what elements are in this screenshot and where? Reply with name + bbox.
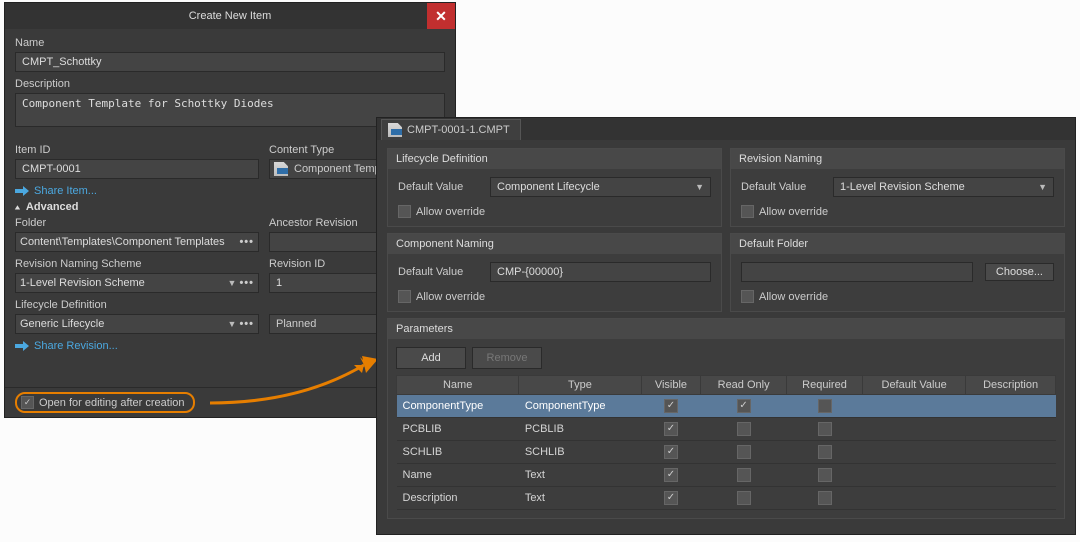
ellipsis-icon: ••• xyxy=(239,318,254,330)
group-header: Lifecycle Definition xyxy=(388,149,721,169)
table-row[interactable]: PCBLIBPCBLIB xyxy=(397,418,1056,441)
checkbox-icon xyxy=(398,205,411,218)
checkbox-icon xyxy=(21,396,34,409)
checkbox-icon[interactable] xyxy=(664,491,678,505)
chevron-down-icon: ▼ xyxy=(228,319,237,329)
editor-tabbar: CMPT-0001-1.CMPT xyxy=(377,118,1075,140)
default-value-label: Default Value xyxy=(398,181,478,193)
revision-naming-dropdown[interactable]: 1-Level Revision Scheme ▼ xyxy=(833,177,1054,197)
ellipsis-icon: ••• xyxy=(239,236,254,248)
lifecycle-definition-group: Lifecycle Definition Default Value Compo… xyxy=(387,148,722,227)
item-id-input[interactable] xyxy=(15,159,259,179)
table-row[interactable]: DescriptionText xyxy=(397,487,1056,510)
table-header[interactable]: Visible xyxy=(641,376,701,395)
parameters-table: NameTypeVisibleRead OnlyRequiredDefault … xyxy=(396,375,1056,510)
table-header[interactable]: Read Only xyxy=(701,376,787,395)
name-label: Name xyxy=(15,37,445,49)
group-header: Parameters xyxy=(388,319,1064,339)
default-folder-input[interactable] xyxy=(741,262,973,282)
close-icon: ✕ xyxy=(435,8,447,25)
checkbox-icon[interactable] xyxy=(737,491,751,505)
open-for-editing-highlight: Open for editing after creation xyxy=(15,392,195,413)
ellipsis-icon: ••• xyxy=(239,277,254,289)
component-naming-group: Component Naming Default Value Allow ove… xyxy=(387,233,722,312)
share-icon xyxy=(15,340,29,352)
advanced-label: Advanced xyxy=(26,201,79,213)
checkbox-icon[interactable] xyxy=(818,445,832,459)
checkbox-icon[interactable] xyxy=(664,468,678,482)
editor-tab[interactable]: CMPT-0001-1.CMPT xyxy=(381,119,521,140)
checkbox-icon xyxy=(398,290,411,303)
lifecycle-allow-override-checkbox[interactable]: Allow override xyxy=(398,205,711,218)
checkbox-icon xyxy=(741,205,754,218)
remove-button[interactable]: Remove xyxy=(472,347,542,369)
group-header: Revision Naming xyxy=(731,149,1064,169)
revision-allow-override-checkbox[interactable]: Allow override xyxy=(741,205,1054,218)
checkbox-icon[interactable] xyxy=(818,468,832,482)
open-for-editing-checkbox[interactable]: Open for editing after creation xyxy=(21,396,185,409)
table-header[interactable]: Required xyxy=(786,376,862,395)
folder-label: Folder xyxy=(15,217,259,229)
revision-naming-group: Revision Naming Default Value 1-Level Re… xyxy=(730,148,1065,227)
dialog-title: Create New Item xyxy=(189,10,272,22)
checkbox-icon xyxy=(741,290,754,303)
folder-allow-override-checkbox[interactable]: Allow override xyxy=(741,290,1054,303)
default-folder-group: Default Folder Choose... Allow override xyxy=(730,233,1065,312)
table-row[interactable]: NameText xyxy=(397,464,1056,487)
add-button[interactable]: Add xyxy=(396,347,466,369)
chevron-down-icon: ▼ xyxy=(1038,182,1047,192)
dialog-titlebar: Create New Item ✕ xyxy=(5,3,455,29)
table-row[interactable]: ComponentTypeComponentType xyxy=(397,395,1056,418)
choose-button[interactable]: Choose... xyxy=(985,263,1054,281)
component-naming-input[interactable] xyxy=(490,262,711,282)
component-template-icon xyxy=(274,162,288,176)
checkbox-icon[interactable] xyxy=(818,491,832,505)
group-header: Component Naming xyxy=(388,234,721,254)
group-header: Default Folder xyxy=(731,234,1064,254)
default-value-label: Default Value xyxy=(741,181,821,193)
checkbox-icon[interactable] xyxy=(737,445,751,459)
revision-scheme-combo[interactable]: 1-Level Revision Scheme ▼ ••• xyxy=(15,273,259,293)
table-header[interactable]: Name xyxy=(397,376,519,395)
lifecycle-def-label: Lifecycle Definition xyxy=(15,299,259,311)
name-input[interactable] xyxy=(15,52,445,72)
chevron-down-icon: ▼ xyxy=(228,278,237,288)
lifecycle-default-dropdown[interactable]: Component Lifecycle ▼ xyxy=(490,177,711,197)
checkbox-icon[interactable] xyxy=(737,399,751,413)
item-id-label: Item ID xyxy=(15,144,259,156)
document-icon xyxy=(388,123,402,137)
checkbox-icon[interactable] xyxy=(664,422,678,436)
revision-scheme-label: Revision Naming Scheme xyxy=(15,258,259,270)
cmpt-editor-panel: CMPT-0001-1.CMPT Lifecycle Definition De… xyxy=(376,117,1076,535)
lifecycle-combo[interactable]: Generic Lifecycle ▼ ••• xyxy=(15,314,259,334)
table-row[interactable]: SCHLIBSCHLIB xyxy=(397,441,1056,464)
parameters-group: Parameters Add Remove NameTypeVisibleRea… xyxy=(387,318,1065,519)
table-header[interactable]: Description xyxy=(966,376,1056,395)
checkbox-icon[interactable] xyxy=(737,468,751,482)
expand-icon: ▲ xyxy=(13,203,22,211)
checkbox-icon[interactable] xyxy=(664,399,678,413)
checkbox-icon[interactable] xyxy=(664,445,678,459)
checkbox-icon[interactable] xyxy=(737,422,751,436)
table-header[interactable]: Type xyxy=(519,376,641,395)
checkbox-icon[interactable] xyxy=(818,399,832,413)
description-label: Description xyxy=(15,78,445,90)
folder-field[interactable]: Content\Templates\Component Templates ••… xyxy=(15,232,259,252)
checkbox-icon[interactable] xyxy=(818,422,832,436)
table-header[interactable]: Default Value xyxy=(863,376,966,395)
share-icon xyxy=(15,185,29,197)
component-allow-override-checkbox[interactable]: Allow override xyxy=(398,290,711,303)
default-value-label: Default Value xyxy=(398,266,478,278)
close-button[interactable]: ✕ xyxy=(427,3,455,29)
chevron-down-icon: ▼ xyxy=(695,182,704,192)
